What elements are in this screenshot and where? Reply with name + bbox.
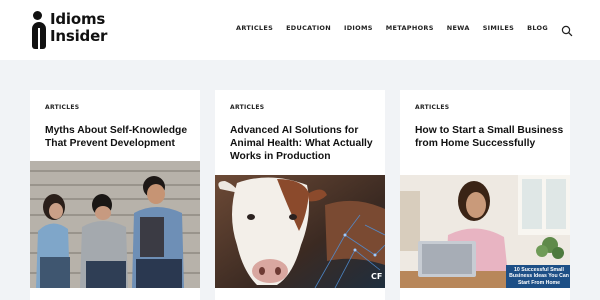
nav-articles[interactable]: ARTICLES <box>236 24 273 32</box>
nav-blog[interactable]: BLOG <box>527 24 548 32</box>
nav-metaphors[interactable]: METAPHORS <box>386 24 434 32</box>
article-card[interactable]: ARTICLES Advanced AI Solutions for Anima… <box>215 90 385 300</box>
nav-education[interactable]: EDUCATION <box>286 24 331 32</box>
card-image-people[interactable] <box>30 161 200 288</box>
image-caption: 10 Successful Small Business Ideas You C… <box>509 267 569 286</box>
card-title[interactable]: How to Start a Small Business from Home … <box>415 124 565 150</box>
logo-text: Idioms Insider <box>50 11 107 45</box>
image-watermark: CF <box>371 272 382 281</box>
card-category[interactable]: ARTICLES <box>45 104 79 111</box>
card-title[interactable]: Advanced AI Solutions for Animal Health:… <box>230 124 380 163</box>
logo-line-1: Idioms <box>50 10 106 28</box>
site-logo[interactable]: Idioms Insider <box>30 11 120 49</box>
card-title[interactable]: Myths About Self-Knowledge That Prevent … <box>45 124 195 150</box>
logo-line-2: Insider <box>50 27 108 45</box>
logo-mark-icon <box>30 11 48 49</box>
article-card[interactable]: ARTICLES Myths About Self-Knowledge That… <box>30 90 200 300</box>
card-category[interactable]: ARTICLES <box>415 104 449 111</box>
card-category[interactable]: ARTICLES <box>230 104 264 111</box>
main-nav: ARTICLES EDUCATION IDIOMS METAPHORS NEWA… <box>236 24 548 32</box>
nav-newa[interactable]: NEWA <box>447 24 470 32</box>
nav-idioms[interactable]: IDIOMS <box>344 24 373 32</box>
search-icon[interactable] <box>561 24 573 37</box>
card-image-cow[interactable]: CF <box>215 175 385 288</box>
site-header: Idioms Insider ARTICLES EDUCATION IDIOMS… <box>0 0 600 60</box>
article-card[interactable]: ARTICLES How to Start a Small Business f… <box>400 90 570 300</box>
card-image-home-office[interactable]: 10 Successful Small Business Ideas You C… <box>400 175 570 288</box>
nav-similes[interactable]: SIMILES <box>483 24 514 32</box>
